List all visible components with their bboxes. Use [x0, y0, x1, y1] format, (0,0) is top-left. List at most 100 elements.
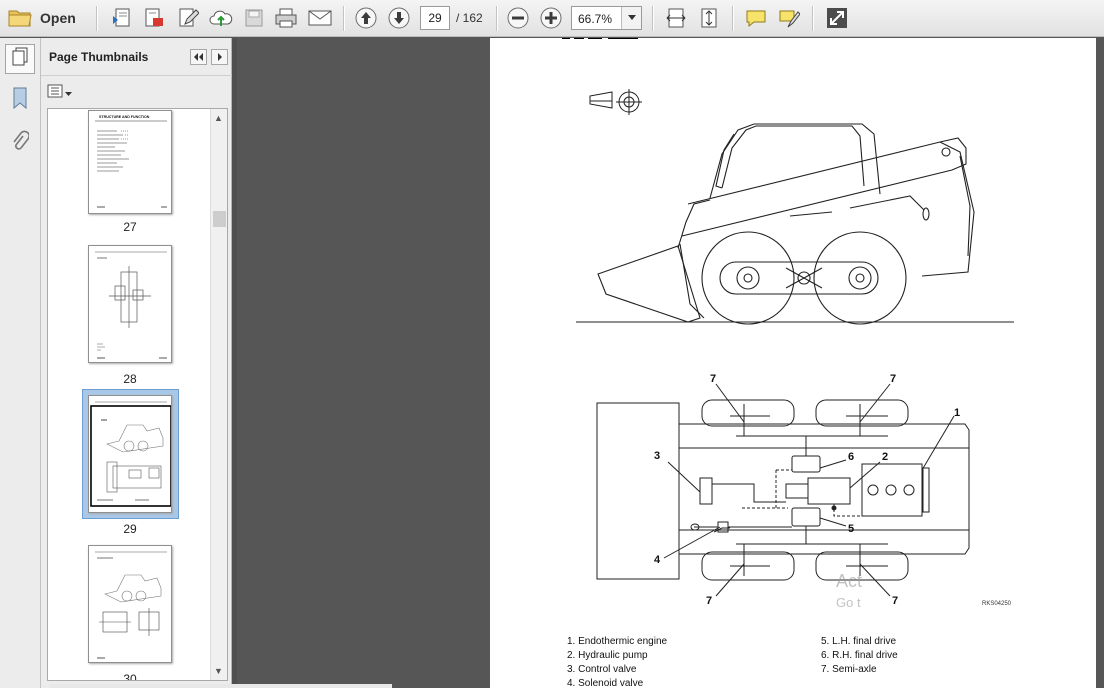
folder-icon: [8, 8, 32, 28]
legend-item: 5. L.H. final drive: [821, 636, 897, 647]
zoom-value: 66.7%: [578, 12, 613, 26]
document-viewport[interactable]: 7 7 1 2 6 3 5 4 7 7 RKS04250 1. Endother…: [237, 38, 1104, 688]
thumb-27-heading: STRUCTURE AND FUNCTION: [99, 115, 150, 119]
upload-button[interactable]: [207, 5, 235, 31]
fit-width-icon: [665, 7, 687, 29]
expand-icon: [826, 7, 848, 29]
bookmarks-button[interactable]: [6, 86, 34, 114]
pdf-page: 7 7 1 2 6 3 5 4 7 7 RKS04250 1. Endother…: [490, 38, 1096, 688]
transmission-schematic: [596, 383, 970, 597]
toolbar-separator: [652, 6, 653, 31]
page-thumbnail-27[interactable]: STRUCTURE AND FUNCTION: [88, 110, 172, 214]
next-page-button[interactable]: [386, 5, 412, 31]
watermark-line-1: Act: [836, 571, 863, 591]
open-label: Open: [40, 10, 76, 26]
legend-item: 7. Semi-axle: [821, 664, 877, 675]
toolbar-separator: [812, 6, 813, 31]
thumbnail-scrollbar[interactable]: ▲ ▼: [210, 109, 227, 680]
page-thumbnail-29[interactable]: [88, 395, 172, 513]
pdf-edit-icon: [143, 7, 165, 29]
activation-watermark: Act Go t: [836, 570, 862, 614]
email-button[interactable]: [305, 5, 335, 31]
page-thumbnail-28[interactable]: [88, 245, 172, 363]
thumbnails-panel: Page Thumbnails STRUCTURE AND FUNCTION 2…: [41, 38, 232, 688]
cloud-upload-icon: [209, 7, 233, 29]
scroll-up-icon[interactable]: ▲: [214, 113, 223, 123]
legend-item: 6. R.H. final drive: [821, 650, 898, 661]
thumbnail-list[interactable]: STRUCTURE AND FUNCTION 27 28 29 30 ▲ ▼: [47, 108, 228, 681]
zoom-out-button[interactable]: [505, 5, 531, 31]
speech-bubble-icon: [745, 8, 767, 28]
fit-width-button[interactable]: [663, 5, 689, 31]
page-thumbnail-30[interactable]: [88, 545, 172, 663]
thumbnail-label: 28: [123, 372, 137, 386]
expand-panel-button[interactable]: [211, 49, 228, 65]
callout-1: 1: [954, 407, 960, 419]
create-pdf-button[interactable]: [108, 5, 136, 31]
page-count: / 162: [456, 11, 483, 25]
thumbnail-label: 29: [123, 522, 137, 536]
highlight-button[interactable]: [776, 5, 802, 31]
toolbar: Open 29 / 162 66.7%: [0, 0, 1104, 37]
open-button[interactable]: Open: [8, 5, 86, 31]
zoom-in-button[interactable]: [538, 5, 564, 31]
print-button[interactable]: [272, 5, 300, 31]
callout-7-bottom-right: 7: [892, 595, 898, 607]
printer-icon: [274, 7, 298, 29]
callout-7-top-right: 7: [890, 373, 896, 385]
scroll-down-icon[interactable]: ▼: [214, 666, 223, 676]
comment-button[interactable]: [743, 5, 769, 31]
callout-7-top-left: 7: [710, 373, 716, 385]
minus-circle-icon: [507, 7, 529, 29]
chevron-right-icon: [217, 48, 223, 66]
panel-title: Page Thumbnails: [49, 50, 149, 64]
save-button[interactable]: [240, 5, 268, 31]
highlighter-icon: [778, 7, 800, 29]
toolbar-separator: [732, 6, 733, 31]
figure-code: RKS04250: [982, 601, 1012, 607]
thumbnail-label: 30: [123, 672, 137, 681]
panel-header: Page Thumbnails: [41, 38, 232, 76]
legend-right: 5. L.H. final drive 6. R.H. final drive …: [821, 635, 898, 677]
toolbar-separator: [343, 6, 344, 31]
full-screen-button[interactable]: [823, 5, 851, 31]
page-27-preview: STRUCTURE AND FUNCTION: [95, 115, 167, 208]
legend-item: 3. Control valve: [567, 664, 637, 675]
page-30-preview: [95, 551, 167, 659]
chevron-down-icon[interactable]: [621, 7, 641, 29]
edit-pdf-button[interactable]: [140, 5, 168, 31]
collapse-panel-button[interactable]: [190, 49, 207, 65]
save-icon: [244, 8, 264, 28]
zoom-select[interactable]: 66.7%: [571, 6, 642, 30]
envelope-icon: [307, 8, 333, 28]
page-number-input[interactable]: 29: [420, 6, 450, 30]
chevron-down-icon: [65, 84, 72, 102]
navigation-rail: [0, 38, 41, 688]
scrollbar-thumb[interactable]: [213, 211, 226, 227]
legend-item: 4. Solenoid valve: [567, 678, 644, 688]
pencil-document-icon: [177, 7, 199, 29]
watermark-line-2: Go t: [836, 595, 861, 610]
previous-page-button[interactable]: [353, 5, 379, 31]
projection-symbol: [589, 89, 642, 115]
options-list-icon: [47, 84, 63, 103]
legend-item: 2. Hydraulic pump: [567, 650, 648, 661]
skid-steer-side-view: [576, 123, 1014, 325]
callout-6: 6: [848, 451, 854, 463]
callout-2: 2: [882, 451, 888, 463]
thumbnail-options-button[interactable]: [47, 84, 73, 102]
attachments-button[interactable]: [6, 130, 34, 158]
thumbnail-label: 27: [123, 220, 137, 234]
edit-document-button[interactable]: [174, 5, 202, 31]
pages-icon: [11, 47, 29, 72]
horizontal-scrollbar[interactable]: [49, 684, 392, 688]
fit-page-button[interactable]: [696, 5, 722, 31]
page-thumbnails-button[interactable]: [5, 44, 35, 74]
page-29-preview: [90, 401, 171, 507]
legend-left: 1. Endothermic engine 2. Hydraulic pump …: [567, 635, 667, 688]
callout-7-bottom-left: 7: [706, 595, 712, 607]
plus-circle-icon: [540, 7, 562, 29]
fit-page-icon: [698, 7, 720, 29]
toolbar-separator: [496, 6, 497, 31]
create-pdf-icon: [111, 7, 133, 29]
